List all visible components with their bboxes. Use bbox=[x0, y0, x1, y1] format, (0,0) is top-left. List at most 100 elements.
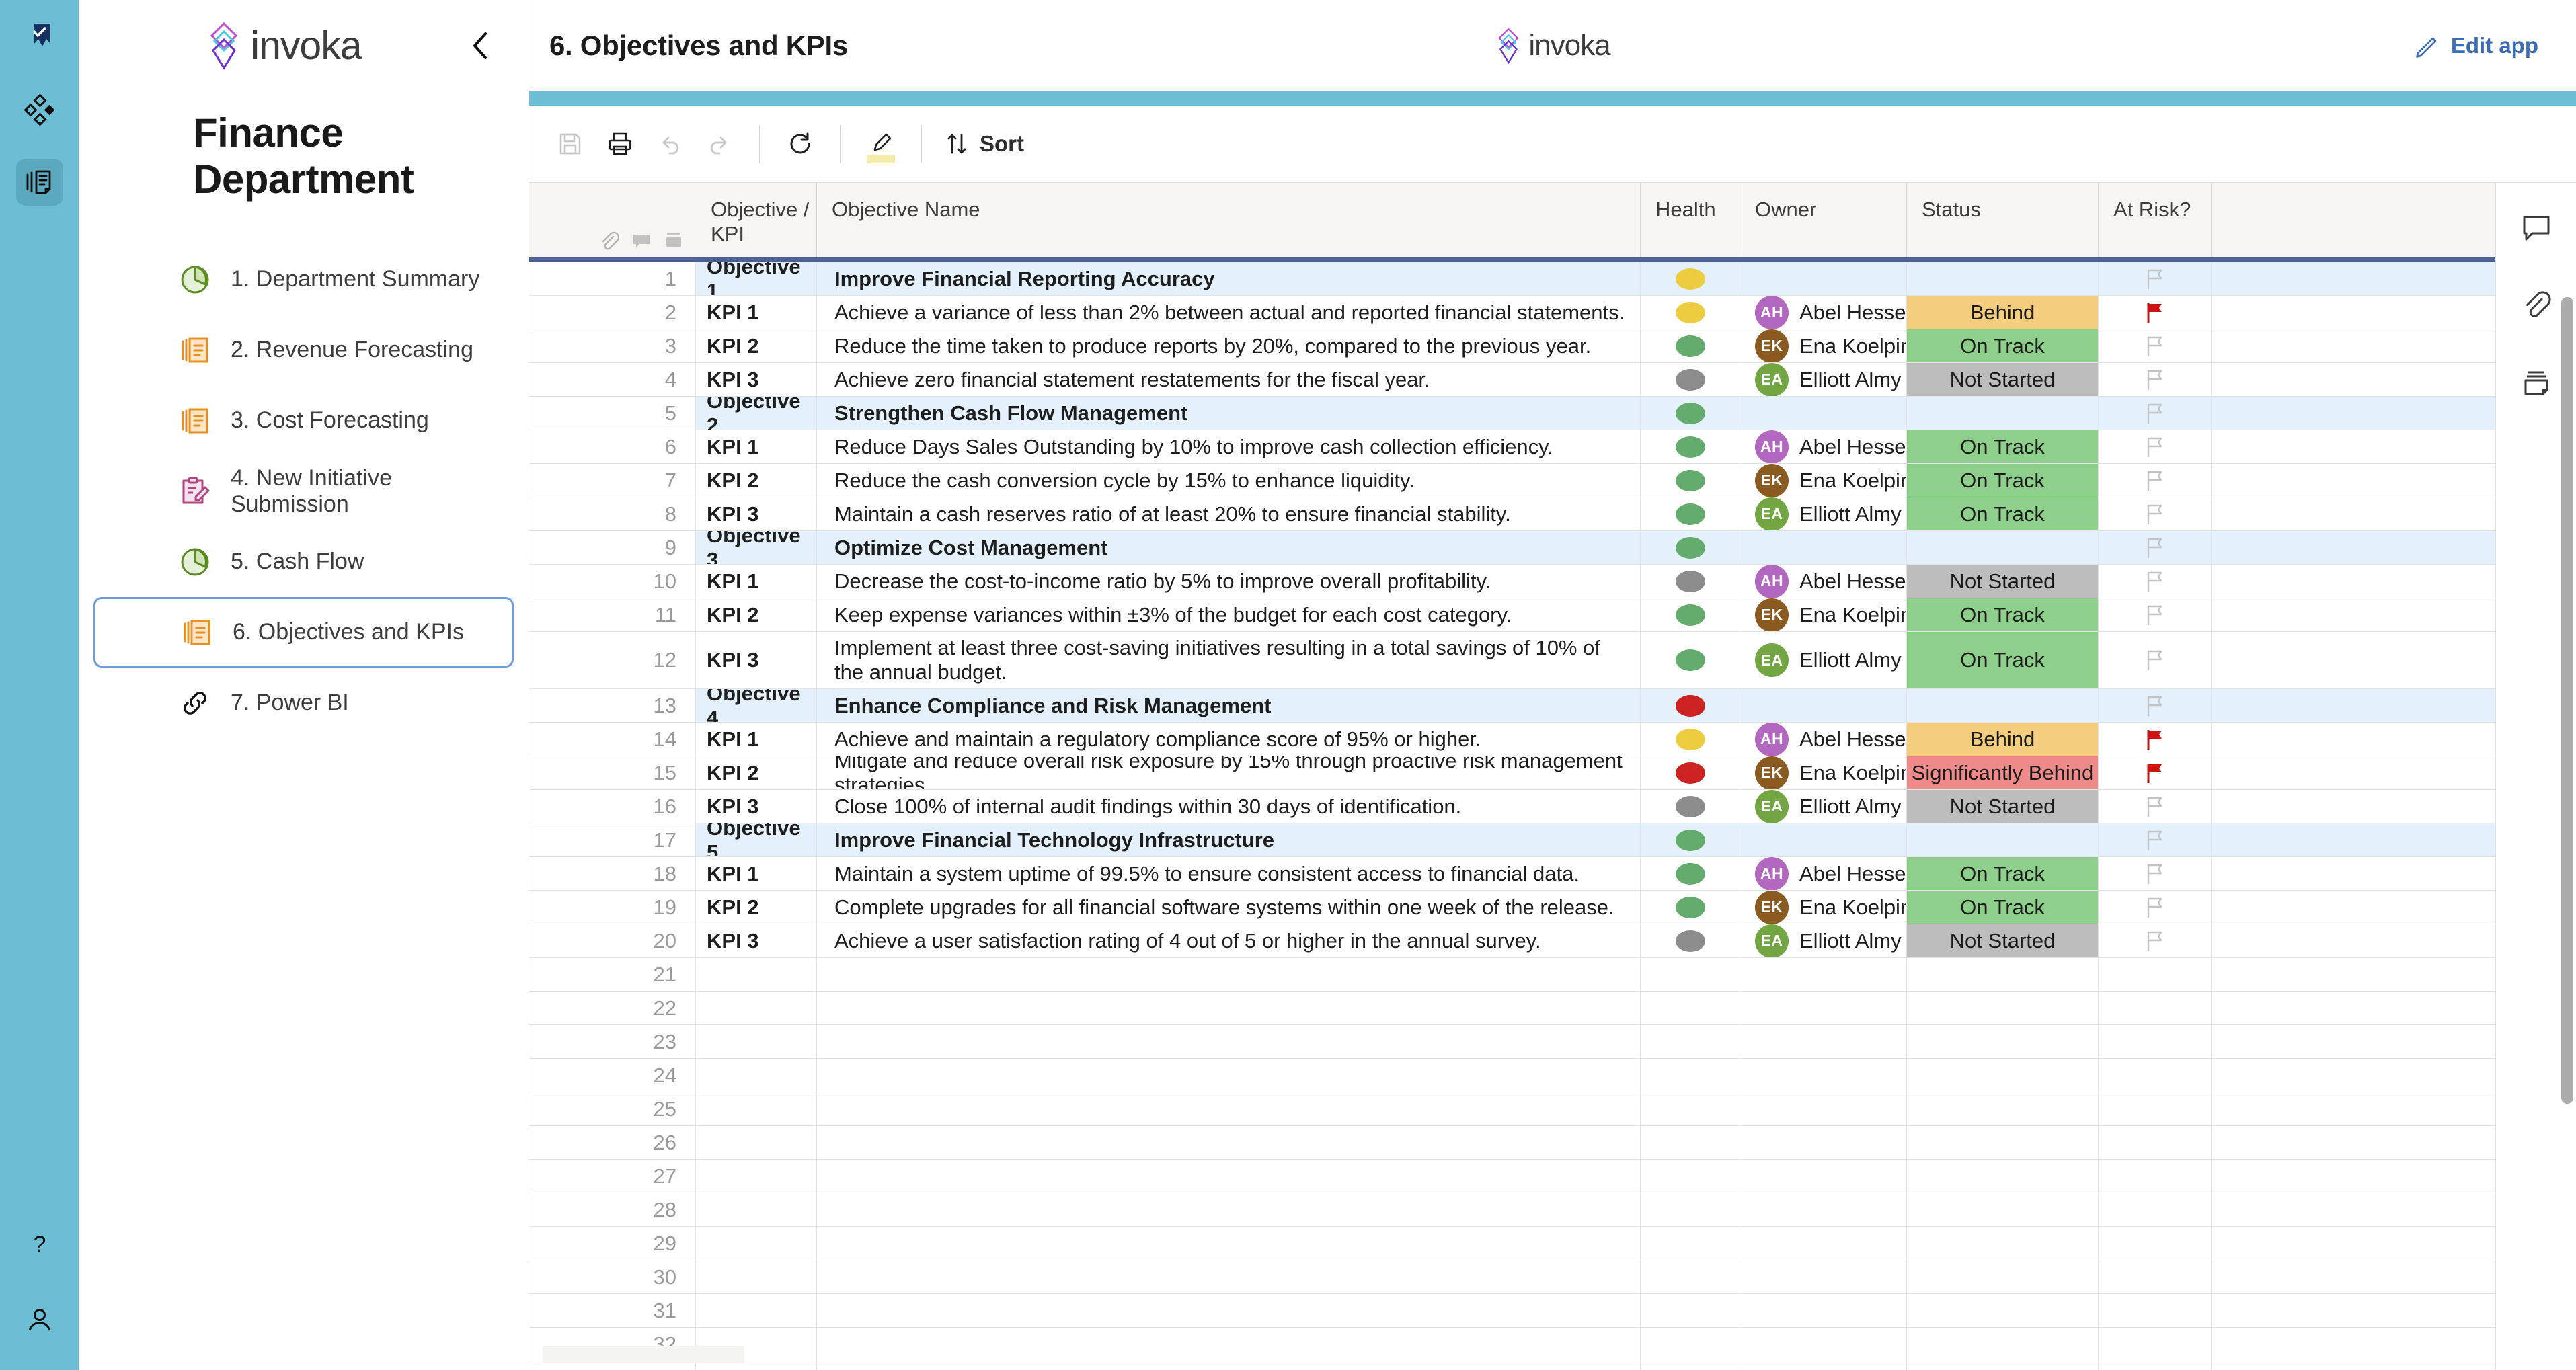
cell-objective-name[interactable]: Reduce the cash conversion cycle by 15% … bbox=[817, 464, 1641, 497]
cell-objective-name[interactable]: Maintain a cash reserves ratio of at lea… bbox=[817, 497, 1641, 530]
cell-at-risk[interactable] bbox=[2099, 1059, 2212, 1092]
cell-objective-name[interactable]: Achieve a variance of less than 2% betwe… bbox=[817, 296, 1641, 329]
cell-owner[interactable] bbox=[1740, 958, 1907, 991]
cell-objective-name[interactable] bbox=[817, 1059, 1641, 1092]
conversations-icon[interactable] bbox=[2513, 204, 2560, 251]
cell-at-risk[interactable] bbox=[2099, 992, 2212, 1024]
cell-objective-kpi[interactable]: KPI 3 bbox=[696, 632, 817, 688]
grid-header-objective-kpi[interactable]: Objective / KPI bbox=[696, 183, 817, 262]
cell-objective-name[interactable] bbox=[817, 1328, 1641, 1361]
cell-at-risk[interactable] bbox=[2099, 497, 2212, 530]
table-row[interactable]: 27 bbox=[529, 1160, 2495, 1193]
cell-health[interactable] bbox=[1641, 329, 1740, 362]
cell-at-risk[interactable] bbox=[2099, 857, 2212, 890]
grid-header-status[interactable]: Status bbox=[1907, 183, 2099, 262]
smartsheet-logo-icon[interactable] bbox=[16, 13, 63, 61]
table-row[interactable]: 26 bbox=[529, 1126, 2495, 1160]
cell-objective-name[interactable]: Decrease the cost-to-income ratio by 5% … bbox=[817, 565, 1641, 598]
table-row[interactable]: 12 KPI 3 Implement at least three cost-sav… bbox=[529, 632, 2495, 689]
cell-health[interactable] bbox=[1641, 756, 1740, 789]
cell-health[interactable] bbox=[1641, 397, 1740, 430]
cell-objective-name[interactable]: Strengthen Cash Flow Management bbox=[817, 397, 1641, 430]
cell-health[interactable] bbox=[1641, 958, 1740, 991]
table-row[interactable]: 10 KPI 1 Decrease the cost-to-income ratio… bbox=[529, 565, 2495, 598]
cell-objective-name[interactable]: Close 100% of internal audit findings wi… bbox=[817, 790, 1641, 823]
cell-health[interactable] bbox=[1641, 464, 1740, 497]
sidebar-item-4[interactable]: 4. New Initiative Submission bbox=[93, 456, 514, 526]
table-row[interactable]: 22 bbox=[529, 992, 2495, 1025]
cell-owner[interactable]: EA Elliott Almy bbox=[1740, 790, 1907, 823]
cell-at-risk[interactable] bbox=[2099, 1193, 2212, 1226]
cell-objective-kpi[interactable]: KPI 1 bbox=[696, 430, 817, 463]
cell-objective-name[interactable]: Reduce the time taken to produce reports… bbox=[817, 329, 1641, 362]
cell-at-risk[interactable] bbox=[2099, 1025, 2212, 1058]
cell-status[interactable] bbox=[1907, 1294, 2099, 1327]
cell-status[interactable] bbox=[1907, 1126, 2099, 1159]
cell-status[interactable] bbox=[1907, 1361, 2099, 1370]
cell-objective-name[interactable]: Reduce Days Sales Outstanding by 10% to … bbox=[817, 430, 1641, 463]
table-row[interactable]: 20 KPI 3 Achieve a user satisfaction ratin… bbox=[529, 924, 2495, 958]
cell-objective-kpi[interactable] bbox=[696, 1092, 817, 1125]
cell-objective-kpi[interactable] bbox=[696, 1294, 817, 1327]
cell-objective-kpi[interactable] bbox=[696, 958, 817, 991]
cell-owner[interactable]: AH Abel Hessel bbox=[1740, 296, 1907, 329]
cell-objective-name[interactable]: Enhance Compliance and Risk Management bbox=[817, 689, 1641, 722]
cell-objective-kpi[interactable] bbox=[696, 1059, 817, 1092]
cell-objective-kpi[interactable] bbox=[696, 1260, 817, 1293]
cell-objective-name[interactable]: Keep expense variances within ±3% of the… bbox=[817, 598, 1641, 631]
cell-status[interactable]: Not Started bbox=[1907, 565, 2099, 598]
cell-objective-name[interactable]: Optimize Cost Management bbox=[817, 531, 1641, 564]
table-row[interactable]: 30 bbox=[529, 1260, 2495, 1294]
cell-health[interactable] bbox=[1641, 1025, 1740, 1058]
cell-status[interactable] bbox=[1907, 689, 2099, 722]
print-button[interactable] bbox=[595, 119, 645, 169]
cell-at-risk[interactable] bbox=[2099, 1260, 2212, 1293]
cell-objective-kpi[interactable]: Objective 3 bbox=[696, 531, 817, 564]
cell-at-risk[interactable] bbox=[2099, 1227, 2212, 1260]
cell-health[interactable] bbox=[1641, 1160, 1740, 1193]
cell-owner[interactable] bbox=[1740, 1294, 1907, 1327]
table-row[interactable]: 32 bbox=[529, 1328, 2495, 1361]
cell-owner[interactable]: EK Ena Koelpin bbox=[1740, 464, 1907, 497]
cell-owner[interactable]: AH Abel Hessel bbox=[1740, 430, 1907, 463]
sidebar-item-2[interactable]: 2. Revenue Forecasting bbox=[93, 315, 514, 385]
documents-icon[interactable] bbox=[15, 159, 63, 206]
cell-objective-kpi[interactable]: KPI 2 bbox=[696, 891, 817, 924]
table-row[interactable]: 29 bbox=[529, 1227, 2495, 1260]
cell-at-risk[interactable] bbox=[2099, 790, 2212, 823]
cell-owner[interactable]: AH Abel Hessel bbox=[1740, 723, 1907, 756]
cell-status[interactable] bbox=[1907, 1260, 2099, 1293]
cell-objective-kpi[interactable]: Objective 5 bbox=[696, 823, 817, 856]
grid-scroll-area[interactable]: Objective / KPI Objective Name Health Ow… bbox=[529, 183, 2495, 1370]
cell-health[interactable] bbox=[1641, 1294, 1740, 1327]
cell-owner[interactable] bbox=[1740, 1059, 1907, 1092]
cell-at-risk[interactable] bbox=[2099, 723, 2212, 756]
table-row[interactable]: 23 bbox=[529, 1025, 2495, 1059]
sidebar-collapse-button[interactable] bbox=[465, 30, 496, 61]
cell-at-risk[interactable] bbox=[2099, 632, 2212, 688]
table-row[interactable]: 31 bbox=[529, 1294, 2495, 1328]
cell-objective-name[interactable]: Improve Financial Reporting Accuracy bbox=[817, 262, 1641, 295]
cell-health[interactable] bbox=[1641, 992, 1740, 1024]
table-row[interactable]: 5 Objective 2 Strengthen Cash Flow Managem… bbox=[529, 397, 2495, 430]
cell-health[interactable] bbox=[1641, 1328, 1740, 1361]
sidebar-item-7[interactable]: 7. Power BI bbox=[93, 668, 514, 738]
cell-objective-name[interactable]: Implement at least three cost-saving ini… bbox=[817, 632, 1641, 688]
cell-health[interactable] bbox=[1641, 689, 1740, 722]
table-row[interactable]: 4 KPI 3 Achieve zero financial statement r… bbox=[529, 363, 2495, 397]
cell-health[interactable] bbox=[1641, 790, 1740, 823]
cell-objective-name[interactable]: Achieve a user satisfaction rating of 4 … bbox=[817, 924, 1641, 957]
cell-health[interactable] bbox=[1641, 823, 1740, 856]
cell-status[interactable] bbox=[1907, 1160, 2099, 1193]
cell-owner[interactable] bbox=[1740, 1328, 1907, 1361]
redo-button[interactable] bbox=[695, 119, 744, 169]
cell-owner[interactable]: EA Elliott Almy bbox=[1740, 924, 1907, 957]
cell-owner[interactable]: EK Ena Koelpin bbox=[1740, 891, 1907, 924]
highlight-button[interactable] bbox=[856, 119, 906, 169]
cell-owner[interactable] bbox=[1740, 1126, 1907, 1159]
refresh-button[interactable] bbox=[775, 119, 825, 169]
cell-objective-kpi[interactable]: KPI 2 bbox=[696, 598, 817, 631]
edit-app-button[interactable]: Edit app bbox=[2413, 32, 2538, 59]
cell-objective-kpi[interactable]: KPI 1 bbox=[696, 296, 817, 329]
cell-owner[interactable]: AH Abel Hessel bbox=[1740, 565, 1907, 598]
